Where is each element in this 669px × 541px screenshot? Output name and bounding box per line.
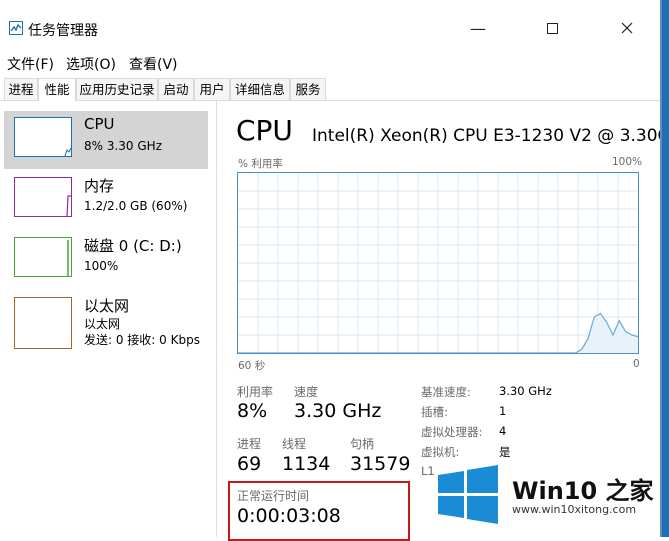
- uptime-value: 0:00:03:08: [237, 505, 341, 527]
- resource-title: CPU: [84, 115, 115, 133]
- y-axis-label: % 利用率: [238, 158, 283, 170]
- kv-key: 基准速度:: [421, 385, 471, 399]
- speed-value: 3.30 GHz: [294, 400, 382, 422]
- utilization-label: 利用率: [237, 385, 274, 399]
- resource-list: CPU 8% 3.30 GHz 内存 1.2/2.0 GB (60%) 磁盘 0…: [0, 101, 217, 537]
- menu-file[interactable]: 文件(F): [7, 54, 54, 74]
- processes-value: 69: [237, 453, 262, 475]
- task-manager-icon: [9, 21, 23, 35]
- tab-services[interactable]: 服务: [290, 78, 326, 100]
- title-bar: 任务管理器 —: [0, 0, 662, 44]
- resource-title: 以太网: [84, 297, 130, 315]
- tab-users[interactable]: 用户: [194, 78, 230, 100]
- watermark: Win10 之家 www.win10xitong.com: [436, 465, 662, 525]
- speed-label: 速度: [294, 385, 319, 399]
- window-title: 任务管理器: [28, 23, 98, 39]
- tab-bar: 进程 性能 应用历史记录 启动 用户 详细信息 服务: [0, 78, 662, 101]
- resource-memory[interactable]: 内存 1.2/2.0 GB (60%): [4, 171, 208, 229]
- resource-subtitle: 8% 3.30 GHz: [84, 139, 163, 153]
- kv-value: 是: [499, 445, 511, 459]
- desktop-edge: [662, 0, 669, 537]
- kv-value: 3.30 GHz: [499, 384, 552, 398]
- menu-options[interactable]: 选项(O): [66, 54, 116, 74]
- uptime-label: 正常运行时间: [237, 489, 310, 503]
- resource-cpu[interactable]: CPU 8% 3.30 GHz: [4, 111, 208, 169]
- kv-value: 1: [499, 404, 507, 418]
- maximize-button[interactable]: [529, 14, 575, 42]
- cpu-model: Intel(R) Xeon(R) CPU E3-1230 V2 @ 3.30G.…: [312, 126, 669, 146]
- resource-title: 内存: [84, 177, 115, 195]
- ethernet-thumbnail: [14, 297, 72, 349]
- resource-subtitle: 100%: [84, 259, 119, 273]
- handles-value: 31579: [350, 453, 411, 475]
- close-button[interactable]: [604, 14, 650, 42]
- tab-startup[interactable]: 启动: [158, 78, 194, 100]
- detail-title: CPU: [236, 114, 293, 147]
- resource-subtitle: 以太网: [84, 317, 121, 331]
- task-manager-window: 任务管理器 — 文件(F) 选项(O) 查看(V) 进程 性能 应用历史记录 启…: [0, 0, 669, 541]
- utilization-value: 8%: [237, 400, 268, 422]
- kv-key: 插槽:: [421, 405, 448, 419]
- maximize-icon: [546, 22, 558, 34]
- threads-label: 线程: [282, 437, 307, 451]
- threads-value: 1134: [282, 453, 331, 475]
- y-axis-max: 100%: [612, 156, 643, 168]
- watermark-brand: Win10 之家: [512, 477, 654, 505]
- minimize-icon: —: [470, 18, 486, 38]
- minimize-button[interactable]: —: [455, 14, 501, 42]
- kv-key: 虚拟处理器:: [421, 425, 483, 439]
- resource-title: 磁盘 0 (C: D:): [84, 237, 182, 255]
- watermark-url: www.win10xitong.com: [512, 503, 637, 516]
- resource-ethernet[interactable]: 以太网 以太网 发送: 0 接收: 0 Kbps: [4, 291, 208, 355]
- resource-disk[interactable]: 磁盘 0 (C: D:) 100%: [4, 231, 208, 289]
- close-icon: [621, 22, 633, 34]
- x-axis-left: 60 秒: [238, 360, 266, 372]
- handles-label: 句柄: [350, 437, 375, 451]
- disk-thumbnail: [14, 237, 72, 277]
- cpu-utilization-graph: [237, 172, 639, 354]
- tab-details[interactable]: 详细信息: [230, 78, 290, 100]
- kv-key: 虚拟机:: [421, 445, 460, 459]
- tab-performance[interactable]: 性能: [38, 78, 76, 101]
- cpu-thumbnail: [14, 117, 72, 157]
- memory-thumbnail: [14, 177, 72, 217]
- resource-subtitle-2: 发送: 0 接收: 0 Kbps: [84, 333, 200, 347]
- x-axis-right: 0: [633, 358, 640, 370]
- processes-label: 进程: [237, 437, 262, 451]
- resource-subtitle: 1.2/2.0 GB (60%): [84, 199, 188, 213]
- tab-app-history[interactable]: 应用历史记录: [76, 78, 158, 100]
- kv-value: 4: [499, 424, 507, 438]
- kv-key: L1: [421, 464, 435, 478]
- menu-view[interactable]: 查看(V): [129, 54, 178, 74]
- cpu-graph-svg: [238, 173, 639, 354]
- tab-processes[interactable]: 进程: [4, 78, 38, 100]
